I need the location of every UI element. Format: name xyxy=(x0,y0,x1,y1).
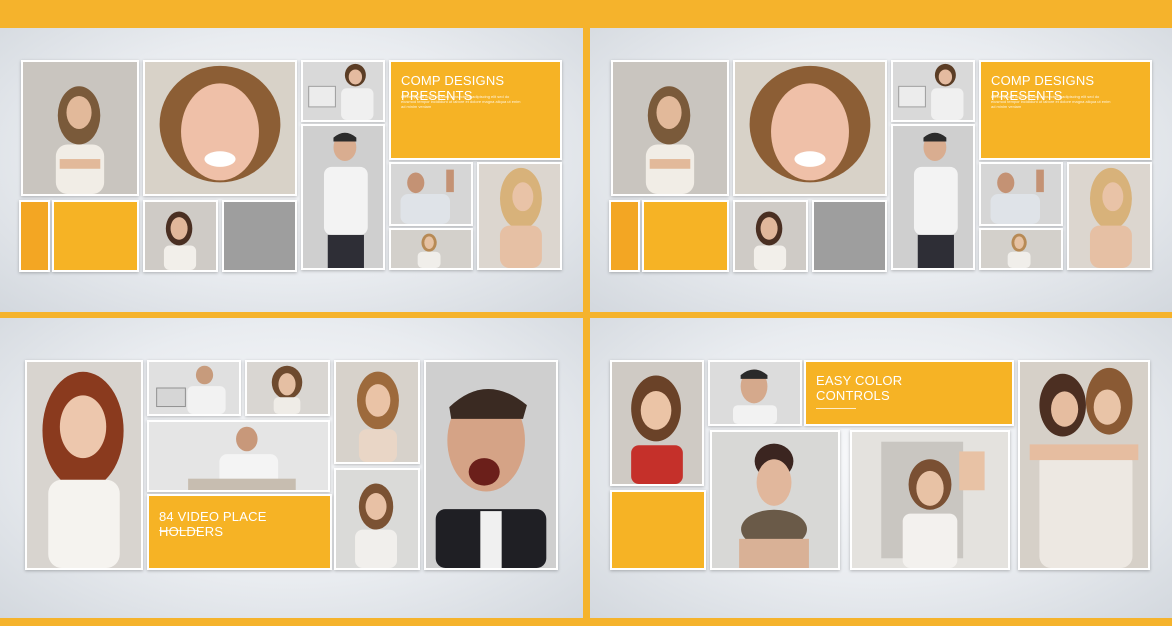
photo-man-thinking xyxy=(301,124,385,270)
placeholder-empty xyxy=(812,200,887,272)
photo-woman-surprised xyxy=(334,468,420,570)
color-block-strip xyxy=(19,200,50,272)
caption-title-line1: EASY COLOR xyxy=(816,373,903,388)
photo-curly-smile xyxy=(733,60,887,196)
photo-man-thinking xyxy=(891,124,975,270)
caption-underline xyxy=(159,530,199,531)
panel-top-right: COMP DESIGNS PRESENTS Lorem ipsum dolor … xyxy=(590,28,1172,312)
photo-redhead-woman xyxy=(25,360,143,570)
caption-tile: COMP DESIGNS PRESENTS Lorem ipsum dolor … xyxy=(389,60,562,160)
photo-stressed-woman xyxy=(245,360,330,416)
photo-man-laptop xyxy=(147,360,241,416)
photo-man-pointing xyxy=(979,162,1063,226)
photo-woman-brunette xyxy=(733,200,808,272)
photo-sad-man xyxy=(708,360,802,426)
color-block xyxy=(610,490,706,570)
photo-laughing-woman xyxy=(610,360,704,486)
photo-blonde-woman xyxy=(1067,162,1152,270)
panel-bottom-left: 84 VIDEO PLACE HOLDERS xyxy=(0,318,583,618)
placeholder-empty xyxy=(222,200,297,272)
photo-man-eating xyxy=(147,420,330,492)
photo-women-hugging xyxy=(1018,360,1150,570)
caption-title: 84 VIDEO PLACE HOLDERS xyxy=(159,509,267,539)
photo-woman-laptop xyxy=(891,60,975,122)
photo-woman-brunette xyxy=(143,200,218,272)
color-block xyxy=(642,200,729,272)
photo-woman-necklace xyxy=(710,430,840,570)
caption-underline xyxy=(816,408,856,409)
caption-tile: COMP DESIGNS PRESENTS Lorem ipsum dolor … xyxy=(979,60,1152,160)
photo-woman-glasses xyxy=(334,360,420,464)
photo-small-woman xyxy=(979,228,1063,270)
photo-woman-headband xyxy=(611,60,729,196)
photo-woman-mirror xyxy=(850,430,1010,570)
panel-bottom-right: EASY COLOR CONTROLS xyxy=(590,318,1172,618)
color-block-strip xyxy=(609,200,640,272)
photo-woman-headband xyxy=(21,60,139,196)
panel-top-left: COMP DESIGNS PRESENTS Lorem ipsum dolor … xyxy=(0,28,583,312)
photo-woman-laptop xyxy=(301,60,385,122)
caption-tile: EASY COLOR CONTROLS xyxy=(804,360,1014,426)
caption-title-line2: CONTROLS xyxy=(816,388,890,403)
caption-body-text: Lorem ipsum dolor sit amet consectetur a… xyxy=(991,94,1111,109)
photo-blonde-woman xyxy=(477,162,562,270)
caption-tile: 84 VIDEO PLACE HOLDERS xyxy=(147,494,332,570)
color-block xyxy=(52,200,139,272)
photo-man-pointing xyxy=(389,162,473,226)
photo-man-screaming-phone xyxy=(424,360,558,570)
photo-curly-smile xyxy=(143,60,297,196)
photo-small-woman xyxy=(389,228,473,270)
caption-body-text: Lorem ipsum dolor sit amet consectetur a… xyxy=(401,94,521,109)
